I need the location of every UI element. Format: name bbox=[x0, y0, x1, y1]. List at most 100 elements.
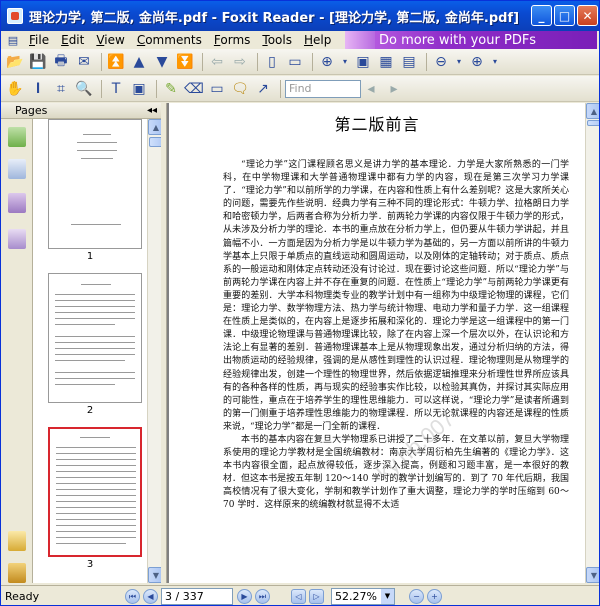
pencil-icon[interactable]: ✎ bbox=[161, 79, 181, 99]
page-thumbnail-1[interactable] bbox=[48, 119, 142, 249]
note-icon[interactable]: 🗨 bbox=[230, 79, 250, 99]
last-page-icon[interactable]: ⏬ bbox=[175, 52, 195, 72]
document-icon[interactable]: ▤ bbox=[5, 32, 21, 48]
scrollbar-thumb[interactable] bbox=[587, 120, 599, 126]
scroll-down-arrow-icon[interactable]: ▼ bbox=[586, 567, 599, 583]
menu-help[interactable]: Help bbox=[298, 33, 337, 47]
arrow-icon[interactable]: ↗ bbox=[253, 79, 273, 99]
find-next-icon[interactable]: ▸ bbox=[384, 79, 404, 99]
page-number-field[interactable]: 3 / 337 bbox=[161, 588, 233, 605]
next-page-button[interactable]: ▶ bbox=[237, 589, 252, 604]
actual-size-icon[interactable]: ▤ bbox=[399, 52, 419, 72]
rectangle-icon[interactable]: ▭ bbox=[207, 79, 227, 99]
panel-splitter[interactable] bbox=[161, 103, 167, 583]
zoom-in-button[interactable]: + bbox=[427, 589, 442, 604]
window-title: 理论力学, 第二版, 金尚年.pdf - Foxit Reader - [理论力… bbox=[29, 10, 520, 26]
toolbar-divider bbox=[312, 52, 313, 71]
toolbar-divider bbox=[280, 79, 281, 98]
back-icon[interactable]: ⇦ bbox=[207, 52, 227, 72]
zoom-plus-dropdown-icon[interactable]: ▾ bbox=[490, 52, 500, 72]
maximize-button[interactable]: □ bbox=[554, 5, 575, 26]
menu-tools[interactable]: Tools bbox=[256, 33, 298, 47]
toolbar-divider bbox=[101, 52, 102, 71]
zoom-out-button[interactable]: − bbox=[409, 589, 424, 604]
continuous-page-icon[interactable]: ▭ bbox=[285, 52, 305, 72]
fit-width-icon[interactable]: ▦ bbox=[376, 52, 396, 72]
eraser-icon[interactable]: ⌫ bbox=[184, 79, 204, 99]
zoom-tool-icon[interactable]: 🔍 bbox=[74, 79, 94, 99]
side-tab-strip bbox=[1, 119, 33, 583]
zoom-value: 52.27% bbox=[335, 590, 377, 603]
hand-tool-icon[interactable]: ✋ bbox=[5, 79, 25, 99]
email-icon[interactable]: ✉ bbox=[74, 52, 94, 72]
annotations-tab-icon[interactable] bbox=[8, 193, 26, 213]
layers-tab-icon[interactable] bbox=[8, 229, 26, 249]
thumbnail-number: 3 bbox=[86, 559, 94, 570]
fit-page-icon[interactable]: ▣ bbox=[353, 52, 373, 72]
zoom-plus-icon[interactable]: ⊕ bbox=[467, 52, 487, 72]
find-input[interactable]: Find bbox=[285, 79, 361, 98]
close-button[interactable]: ✕ bbox=[577, 5, 598, 26]
find-previous-icon[interactable]: ◂ bbox=[361, 79, 381, 99]
last-page-button[interactable]: ⏭ bbox=[255, 589, 270, 604]
snapshot-icon[interactable]: ⌗ bbox=[51, 79, 71, 99]
next-page-icon[interactable]: ▼ bbox=[152, 52, 172, 72]
page-heading: 第二版前言 bbox=[334, 115, 420, 134]
previous-page-button[interactable]: ◀ bbox=[143, 589, 158, 604]
zoom-out-icon[interactable]: ⊖ bbox=[431, 52, 451, 72]
zoom-dropdown-icon[interactable]: ▼ bbox=[381, 589, 394, 604]
menu-edit[interactable]: Edit bbox=[55, 33, 90, 47]
toolbar-divider bbox=[426, 52, 427, 71]
typewriter-icon[interactable]: T bbox=[106, 79, 126, 99]
print-icon[interactable]: 🖶 bbox=[51, 52, 71, 72]
menu-file[interactable]: File bbox=[23, 33, 55, 47]
menu-forms[interactable]: Forms bbox=[208, 33, 257, 47]
pages-panel-title: Pages bbox=[15, 104, 48, 117]
toolbar-main: 📂 💾 🖶 ✉ ⏫ ▲ ▼ ⏬ ⇦ ⇨ ▯ ▭ ⊕ ▾ ▣ ▦ ▤ ⊖ ▾ ⊕ … bbox=[1, 49, 599, 75]
toolbar-divider bbox=[257, 52, 258, 71]
promo-text: Do more with your PDFs bbox=[379, 32, 537, 48]
collapse-panel-button[interactable]: ◂◂ bbox=[147, 103, 157, 119]
toolbar-divider bbox=[101, 79, 102, 98]
back-view-button[interactable]: ◁ bbox=[291, 589, 306, 604]
scroll-up-arrow-icon[interactable]: ▲ bbox=[586, 103, 599, 119]
page-thumbnail-3[interactable] bbox=[48, 427, 142, 557]
forward-view-button[interactable]: ▷ bbox=[309, 589, 324, 604]
title-bar: 理论力学, 第二版, 金尚年.pdf - Foxit Reader - [理论力… bbox=[1, 1, 599, 31]
bookmarks-tab-icon[interactable] bbox=[8, 159, 26, 179]
minimize-button[interactable]: _ bbox=[531, 5, 552, 26]
open-icon[interactable]: 📂 bbox=[5, 52, 25, 72]
thumbnail-list: 1 2 3 bbox=[33, 119, 147, 583]
menu-view[interactable]: View bbox=[90, 33, 130, 47]
zoom-dropdown-icon[interactable]: ▾ bbox=[340, 52, 350, 72]
status-bar: Ready ⏮ ◀ 3 / 337 ▶ ⏭ ◁ ▷ 52.27% ▼ − + bbox=[1, 585, 599, 605]
status-text: Ready bbox=[5, 590, 40, 603]
thumbnail-number: 2 bbox=[86, 405, 94, 416]
document-view: 第二版前言 “理论力学”这门课程顾名思义是讲力学的基本理论．力学是大家所熟悉的一… bbox=[161, 103, 585, 583]
forward-icon[interactable]: ⇨ bbox=[230, 52, 250, 72]
paragraph: “理论力学”这门课程顾名思义是讲力学的基本理论．力学是大家所熟悉的一门学科，在中… bbox=[223, 160, 569, 432]
foxit-reader-window: 理论力学, 第二版, 金尚年.pdf - Foxit Reader - [理论力… bbox=[0, 0, 600, 606]
pages-panel-header: Pages ◂◂ bbox=[1, 103, 161, 119]
comments-tab-icon[interactable] bbox=[8, 531, 26, 551]
image-icon[interactable]: ▣ bbox=[129, 79, 149, 99]
single-page-icon[interactable]: ▯ bbox=[262, 52, 282, 72]
app-icon[interactable] bbox=[7, 8, 23, 24]
select-text-icon[interactable]: 𝐈 bbox=[28, 79, 48, 99]
promo-banner[interactable]: Do more with your PDFs bbox=[345, 31, 597, 49]
first-page-icon[interactable]: ⏫ bbox=[106, 52, 126, 72]
zoom-in-icon[interactable]: ⊕ bbox=[317, 52, 337, 72]
zoom-field[interactable]: 52.27% ▼ bbox=[331, 588, 395, 605]
save-icon[interactable]: 💾 bbox=[28, 52, 48, 72]
menu-comments[interactable]: Comments bbox=[131, 33, 208, 47]
attachments-tab-icon[interactable] bbox=[8, 563, 26, 583]
page-thumbnail-2[interactable] bbox=[48, 273, 142, 403]
toolbar-tools: ✋ 𝐈 ⌗ 🔍 T ▣ ✎ ⌫ ▭ 🗨 ↗ Find ◂ ▸ bbox=[1, 76, 599, 102]
toolbar-divider bbox=[202, 52, 203, 71]
document-scrollbar[interactable]: ▲ ▼ bbox=[585, 103, 599, 583]
zoom-out-dropdown-icon[interactable]: ▾ bbox=[454, 52, 464, 72]
first-page-button[interactable]: ⏮ bbox=[125, 589, 140, 604]
pages-tab-icon[interactable] bbox=[8, 127, 26, 147]
pdf-page: 第二版前言 “理论力学”这门课程顾名思义是讲力学的基本理论．力学是大家所熟悉的一… bbox=[169, 103, 585, 583]
previous-page-icon[interactable]: ▲ bbox=[129, 52, 149, 72]
